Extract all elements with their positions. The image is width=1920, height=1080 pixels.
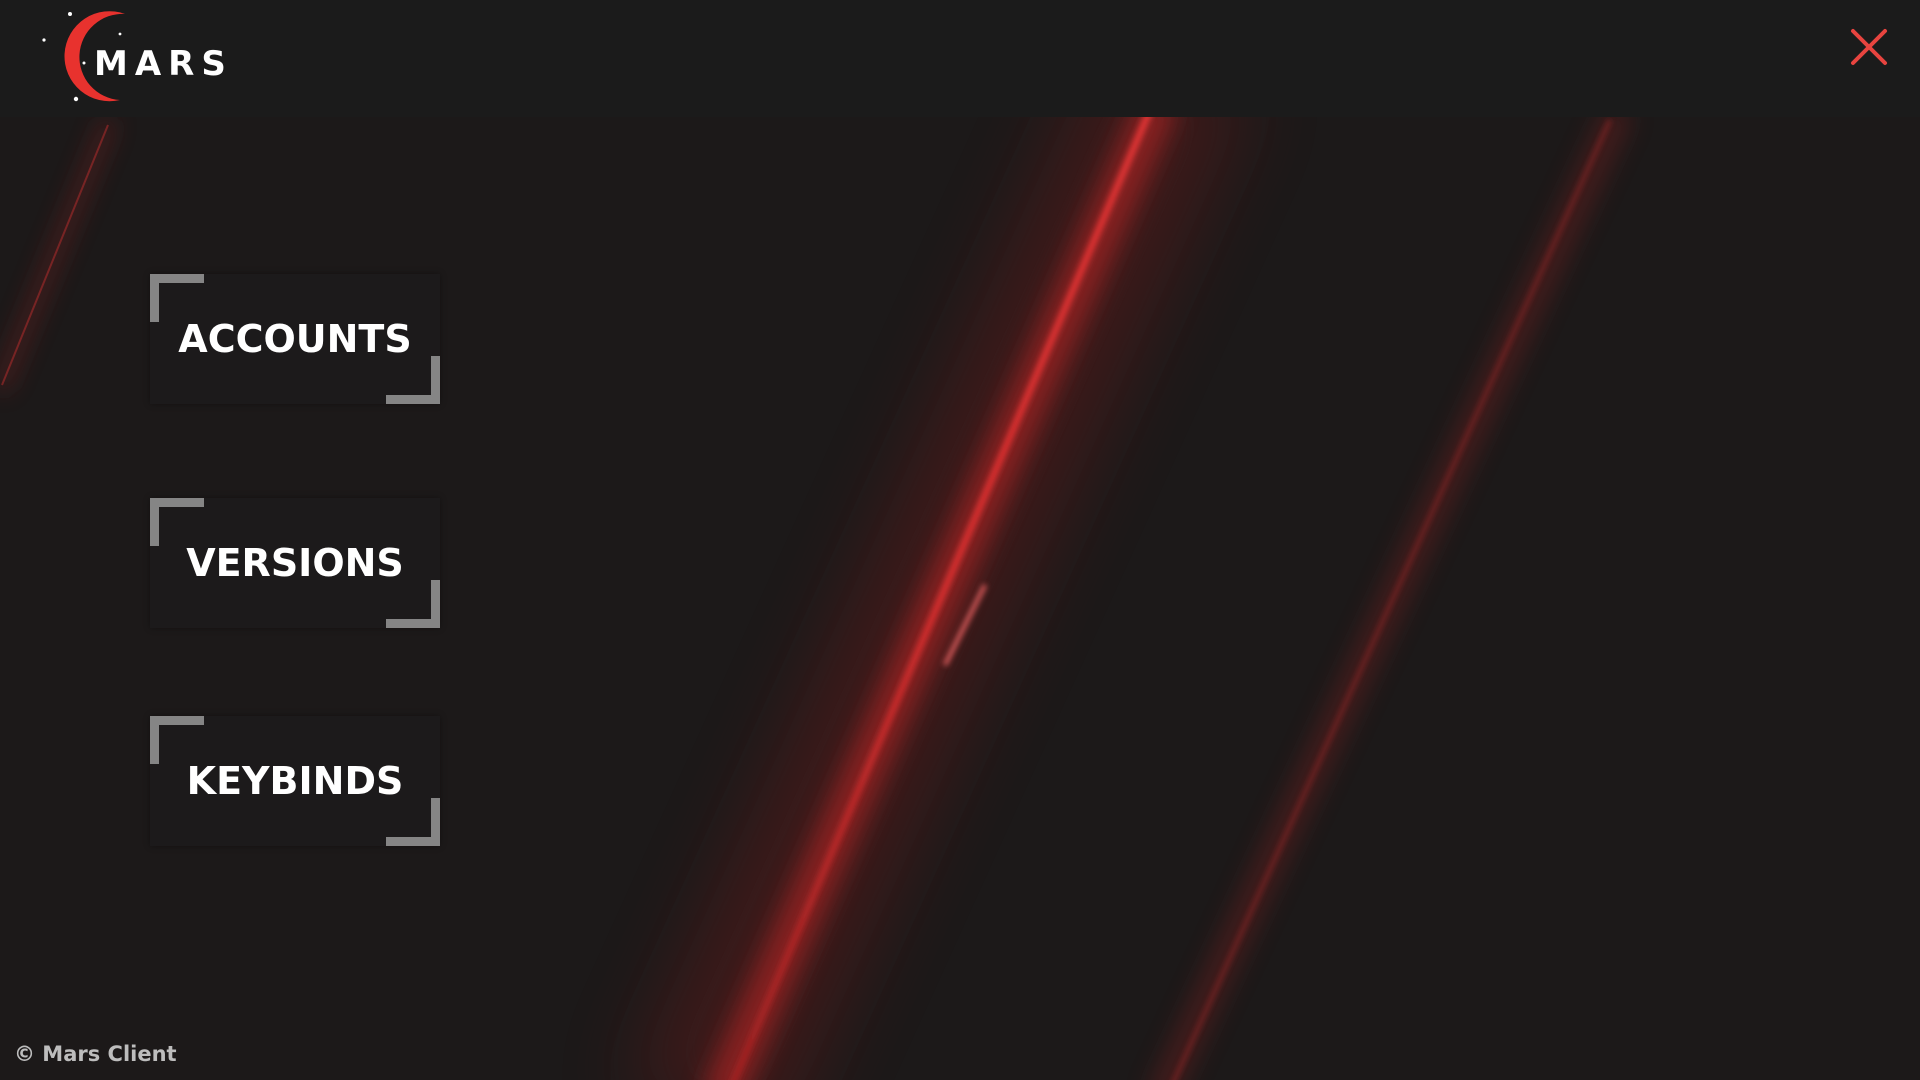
versions-button-label: VERSIONS	[186, 541, 404, 585]
copyright-text: © Mars Client	[14, 1042, 177, 1066]
accounts-button[interactable]: ACCOUNTS	[150, 274, 440, 404]
brand-name: MARS	[94, 44, 233, 84]
keybinds-button-label: KEYBINDS	[186, 759, 404, 803]
title-bar: MARS	[0, 0, 1920, 117]
close-button[interactable]	[1848, 26, 1890, 68]
keybinds-button[interactable]: KEYBINDS	[150, 716, 440, 846]
launcher-window: MARS ACCOUNTS VERSIONS KEYBINDS © Mars C…	[0, 0, 1920, 1080]
mars-logo: MARS	[38, 8, 238, 108]
close-icon	[1851, 29, 1887, 65]
versions-button[interactable]: VERSIONS	[150, 498, 440, 628]
accounts-button-label: ACCOUNTS	[178, 317, 412, 361]
